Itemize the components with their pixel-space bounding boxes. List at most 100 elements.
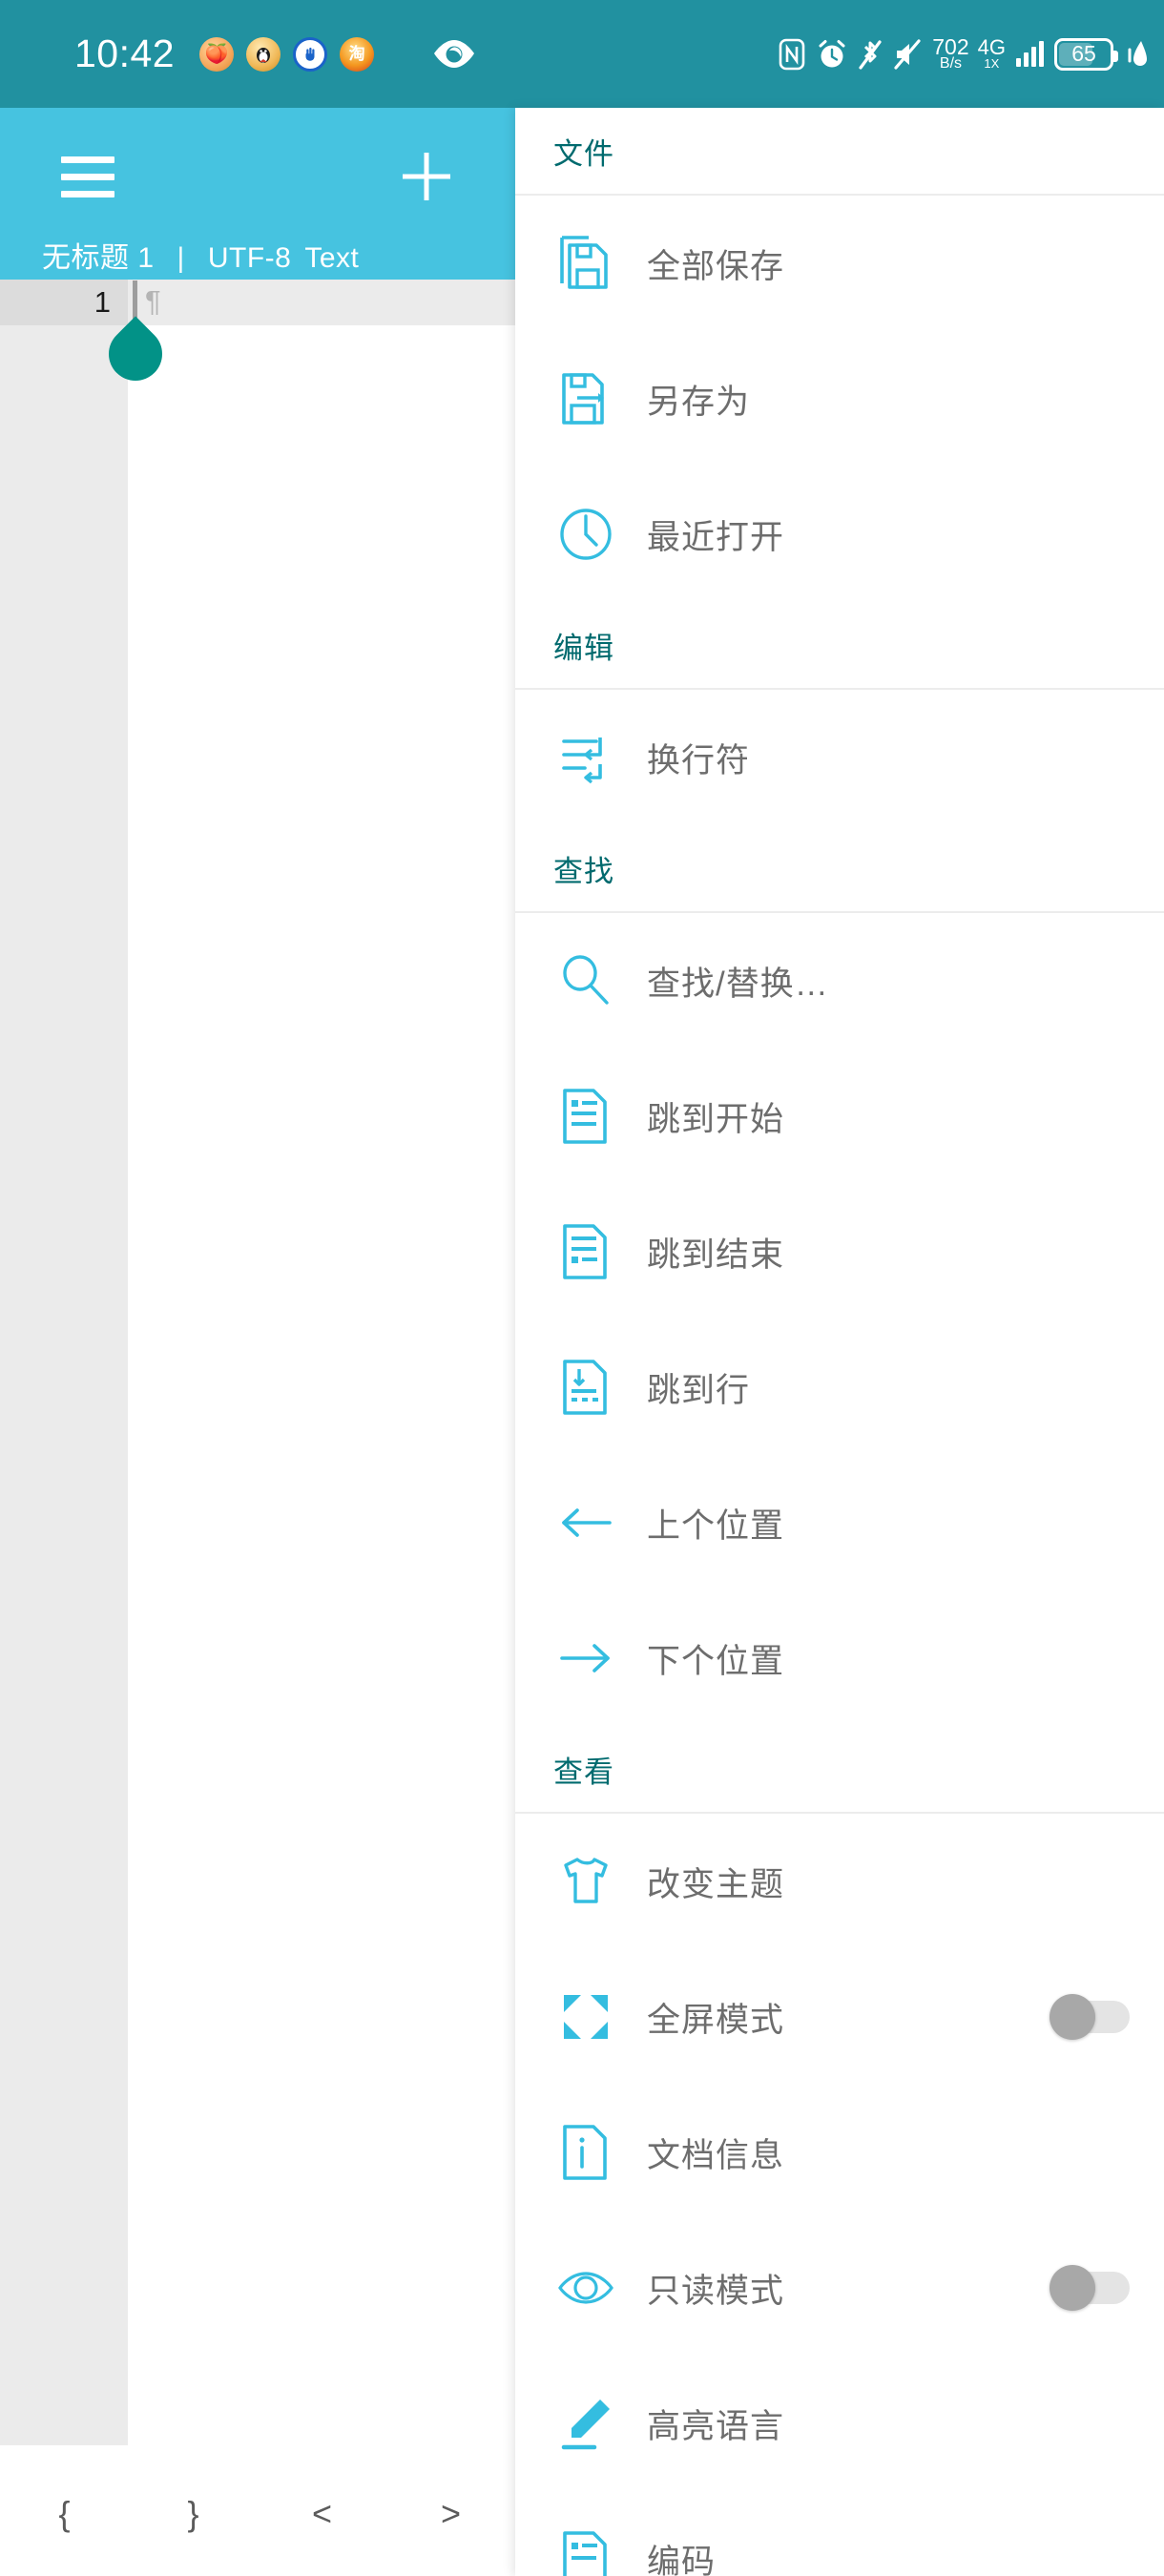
nfc-icon <box>778 38 806 71</box>
menu-item-label: 改变主题 <box>647 1865 785 1903</box>
menu-item-jump-to-line[interactable]: 跳到行 <box>515 1319 1164 1455</box>
menu-item-next-position[interactable]: 下个位置 <box>515 1590 1164 1726</box>
menu-item-fullscreen-mode[interactable]: 全屏模式 <box>515 1949 1164 2085</box>
menu-item-jump-to-end[interactable]: 跳到结束 <box>515 1184 1164 1319</box>
app-bar-subtitle: 无标题 1 | UTF-8 Text <box>42 234 359 276</box>
active-line-highlight <box>128 280 515 325</box>
network-type-label: 4G <box>977 35 1006 60</box>
menu-item-highlight-language[interactable]: 高亮语言 <box>515 2356 1164 2491</box>
jump-to-line-icon <box>553 1355 618 1420</box>
phone-screen: 10:42 🍑 淘 702 B/s 4G 1X 65 无标题 1 | UTF-8… <box>0 0 1164 2576</box>
fullscreen-mode-toggle[interactable] <box>1050 1994 1130 2040</box>
symbol-button-less-than[interactable]: < <box>258 2494 386 2534</box>
menu-item-label: 全屏模式 <box>647 2001 785 2039</box>
menu-item-previous-position[interactable]: 上个位置 <box>515 1455 1164 1590</box>
menu-item-line-break[interactable]: 换行符 <box>515 690 1164 825</box>
toggle-knob <box>1050 1994 1095 2040</box>
save-as-icon <box>553 366 618 431</box>
symbol-button-greater-than[interactable]: > <box>386 2494 515 2534</box>
menu-item-save-all[interactable]: 全部保存 <box>515 196 1164 331</box>
save-all-icon <box>553 231 618 296</box>
hamburger-menu-icon[interactable] <box>40 129 135 224</box>
menu-section-header-edit: 编辑 <box>515 602 1164 690</box>
line-number-gutter: 1 <box>0 280 128 2445</box>
mute-icon <box>893 38 922 71</box>
recent-clock-icon <box>553 502 618 567</box>
eye-glyph <box>434 39 475 68</box>
menu-item-label: 跳到结束 <box>647 1236 785 1274</box>
readonly-mode-toggle[interactable] <box>1050 2265 1130 2311</box>
menu-section-header-find: 查找 <box>515 825 1164 913</box>
menu-item-label: 高亮语言 <box>647 2407 785 2445</box>
menu-item-label: 查找/替换… <box>647 965 829 1003</box>
plus-icon[interactable] <box>379 129 474 224</box>
battery-level: 65 <box>1071 41 1096 66</box>
line-break-marker: ¶ <box>145 284 161 318</box>
menu-item-jump-to-start[interactable]: 跳到开始 <box>515 1049 1164 1184</box>
menu-item-label: 上个位置 <box>647 1506 785 1545</box>
pencil-highlight-icon <box>553 2391 618 2456</box>
network-speed-unit: B/s <box>939 54 963 72</box>
taobao-app-icon: 淘 <box>340 36 375 72</box>
encoding-icon <box>553 2526 618 2576</box>
eye-readonly-icon <box>553 2255 618 2320</box>
network-speed: 702 B/s <box>932 33 969 72</box>
menu-section-header-view: 查看 <box>515 1726 1164 1814</box>
menu-item-label: 另存为 <box>647 383 751 421</box>
toggle-knob <box>1050 2265 1095 2311</box>
menu-item-label: 跳到开始 <box>647 1100 785 1138</box>
fullscreen-icon <box>553 1984 618 2049</box>
battery-icon: 65 <box>1054 37 1118 71</box>
line-break-icon <box>553 725 618 790</box>
menu-item-change-theme[interactable]: 改变主题 <box>515 1814 1164 1949</box>
menu-item-encoding[interactable]: 编码 <box>515 2491 1164 2576</box>
menu-item-readonly-mode[interactable]: 只读模式 <box>515 2220 1164 2356</box>
peach-app-icon: 🍑 <box>199 36 235 72</box>
battery-saver-icon <box>1124 38 1149 71</box>
symbol-button-close-brace[interactable]: } <box>129 2494 258 2534</box>
eye-app-icon <box>431 38 477 71</box>
signal-bars-icon <box>1016 40 1044 67</box>
jump-to-end-icon <box>553 1219 618 1284</box>
menu-item-label: 下个位置 <box>647 1642 785 1680</box>
status-bar-left: 10:42 🍑 淘 <box>74 34 477 73</box>
menu-item-label: 文档信息 <box>647 2136 785 2174</box>
jump-to-start-icon <box>553 1084 618 1149</box>
doc-encoding: UTF-8 <box>207 242 292 274</box>
doc-filetype: Text <box>304 242 360 274</box>
menu-item-label: 只读模式 <box>647 2272 785 2310</box>
network-type: 4G 1X <box>977 35 1006 71</box>
menu-item-label: 换行符 <box>647 741 751 779</box>
blue-hand-app-icon <box>293 36 328 72</box>
menu-item-label: 跳到行 <box>647 1371 751 1409</box>
status-clock: 10:42 <box>74 31 176 75</box>
menu-section-header-file: 文件 <box>515 108 1164 196</box>
menu-item-label: 最近打开 <box>647 518 785 556</box>
network-sub-label: 1X <box>984 55 1000 71</box>
arrow-left-icon <box>553 1490 618 1555</box>
subtitle-separator: | <box>177 242 185 274</box>
penguin-glyph <box>257 47 271 63</box>
menu-item-label: 编码 <box>647 2543 717 2576</box>
tshirt-theme-icon <box>553 1849 618 1914</box>
menu-item-document-info[interactable]: 文档信息 <box>515 2085 1164 2220</box>
navigation-drawer: 文件 全部保存 另存为 最近打开 编辑 换行符 查找 查找/替换… 跳到开始 跳… <box>515 108 1164 2576</box>
hand-glyph <box>305 47 315 61</box>
menu-item-label: 全部保存 <box>647 247 785 285</box>
doc-title: 无标题 1 <box>42 242 155 274</box>
symbol-button-open-brace[interactable]: { <box>0 2494 129 2534</box>
network-speed-value: 702 <box>932 33 969 59</box>
symbol-toolbar: { } < > <box>0 2452 515 2576</box>
qq-app-icon <box>246 36 281 72</box>
menu-item-recent-files[interactable]: 最近打开 <box>515 467 1164 602</box>
menu-item-save-as[interactable]: 另存为 <box>515 331 1164 467</box>
document-info-icon <box>553 2120 618 2185</box>
status-bar: 10:42 🍑 淘 702 B/s 4G 1X 65 <box>0 0 1164 108</box>
arrow-right-icon <box>553 1626 618 1691</box>
editor-area[interactable]: 1 ¶ <box>0 280 515 2452</box>
search-icon <box>553 948 618 1013</box>
bluetooth-off-icon <box>858 38 883 71</box>
line-number: 1 <box>94 285 111 319</box>
menu-item-find-replace[interactable]: 查找/替换… <box>515 913 1164 1049</box>
notification-icons: 🍑 淘 <box>199 36 375 72</box>
